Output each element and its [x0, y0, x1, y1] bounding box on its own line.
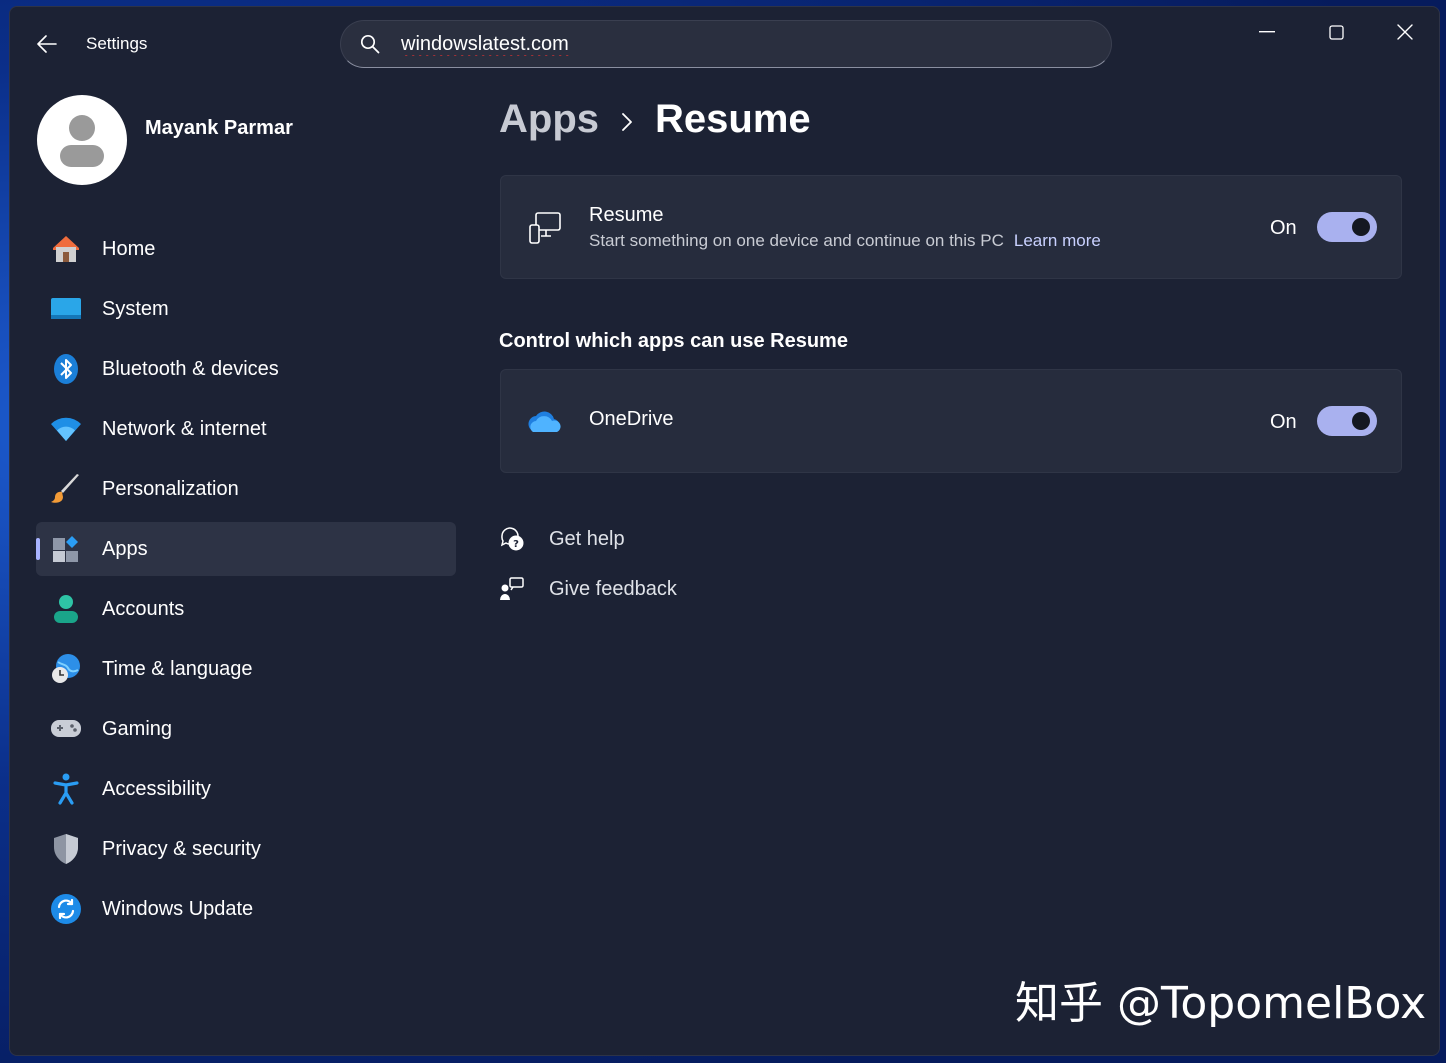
wifi-icon — [50, 413, 82, 445]
sidebar-item-label: Privacy & security — [102, 837, 261, 860]
get-help-link[interactable]: ? Get help — [499, 523, 625, 555]
sidebar-item-label: Home — [102, 237, 156, 260]
sidebar-item-label: System — [102, 297, 169, 320]
close-icon — [1397, 24, 1413, 40]
sidebar-item-label: Windows Update — [102, 897, 254, 920]
sidebar-item-gaming[interactable]: Gaming — [36, 702, 456, 756]
resume-description: Start something on one device and contin… — [589, 231, 1101, 251]
sidebar-item-network[interactable]: Network & internet — [36, 402, 456, 456]
sidebar-item-label: Gaming — [102, 717, 173, 740]
app-title: Settings — [86, 34, 148, 53]
apps-icon — [50, 533, 82, 565]
onedrive-toggle[interactable] — [1317, 406, 1377, 436]
resume-description-text: Start something on one device and contin… — [589, 231, 1004, 250]
feedback-icon — [499, 576, 525, 602]
person-icon — [50, 593, 82, 625]
get-help-label: Get help — [549, 527, 625, 550]
close-button[interactable] — [1380, 17, 1430, 47]
sidebar-item-label: Accounts — [102, 597, 185, 620]
resume-title: Resume — [589, 204, 664, 226]
sidebar-item-time-language[interactable]: Time & language — [36, 642, 456, 696]
onedrive-title: OneDrive — [589, 408, 674, 430]
arrow-left-icon — [37, 35, 57, 53]
toggle-knob — [1352, 412, 1370, 430]
avatar[interactable] — [37, 95, 127, 185]
toggle-knob — [1352, 218, 1370, 236]
chevron-right-icon — [617, 107, 637, 137]
give-feedback-label: Give feedback — [549, 577, 677, 600]
monitor-icon — [50, 293, 82, 325]
accessibility-icon — [50, 773, 82, 805]
sidebar-item-home[interactable]: Home — [36, 222, 456, 276]
minimize-button[interactable] — [1242, 17, 1292, 47]
sidebar-item-accessibility[interactable]: Accessibility — [36, 762, 456, 816]
search-box[interactable] — [340, 20, 1112, 68]
sidebar-item-label: Time & language — [102, 657, 253, 680]
gamepad-icon — [50, 713, 82, 745]
sidebar-item-label: Accessibility — [102, 777, 211, 800]
search-icon — [359, 33, 381, 55]
user-placeholder-icon — [60, 115, 104, 167]
home-icon — [50, 233, 82, 265]
resume-toggle-state: On — [1270, 217, 1297, 239]
sidebar-nav: Home System Bluetooth & devices Network … — [36, 222, 456, 942]
update-icon — [50, 893, 82, 925]
give-feedback-link[interactable]: Give feedback — [499, 573, 677, 605]
user-name: Mayank Parmar — [145, 117, 293, 139]
bluetooth-icon — [50, 353, 82, 385]
search-input[interactable] — [401, 32, 1051, 56]
help-chat-icon: ? — [499, 526, 525, 552]
paintbrush-icon — [50, 473, 82, 505]
back-button[interactable] — [32, 29, 62, 59]
resume-toggle[interactable] — [1317, 212, 1377, 242]
sidebar-item-label: Bluetooth & devices — [102, 357, 279, 380]
sidebar-item-personalization[interactable]: Personalization — [36, 462, 456, 516]
sidebar-item-apps[interactable]: Apps — [36, 522, 456, 576]
shield-icon — [50, 833, 82, 865]
watermark: 知乎 @TopomelBox — [1015, 978, 1427, 1029]
maximize-button[interactable] — [1311, 17, 1361, 47]
sidebar-item-accounts[interactable]: Accounts — [36, 582, 456, 636]
sidebar-item-label: Personalization — [102, 477, 239, 500]
sidebar-item-label: Network & internet — [102, 417, 267, 440]
globe-clock-icon — [50, 653, 82, 685]
svg-text:?: ? — [513, 539, 519, 550]
section-heading: Control which apps can use Resume — [499, 330, 848, 352]
sidebar-item-label: Apps — [102, 537, 148, 560]
minimize-icon — [1259, 31, 1275, 33]
onedrive-setting-card: OneDrive On — [500, 369, 1402, 473]
sidebar-item-windows-update[interactable]: Windows Update — [36, 882, 456, 936]
devices-icon — [525, 208, 565, 248]
learn-more-link[interactable]: Learn more — [1014, 231, 1101, 250]
resume-setting-card: Resume Start something on one device and… — [500, 175, 1402, 279]
settings-window: Settings Mayank Parmar Home System — [9, 6, 1440, 1056]
sidebar-item-bluetooth[interactable]: Bluetooth & devices — [36, 342, 456, 396]
sidebar-item-system[interactable]: System — [36, 282, 456, 336]
onedrive-cloud-icon — [525, 402, 565, 442]
page-title: Resume — [655, 97, 811, 141]
sidebar-item-privacy[interactable]: Privacy & security — [36, 822, 456, 876]
onedrive-toggle-state: On — [1270, 411, 1297, 433]
breadcrumb-apps[interactable]: Apps — [499, 97, 599, 142]
maximize-icon — [1328, 24, 1344, 40]
